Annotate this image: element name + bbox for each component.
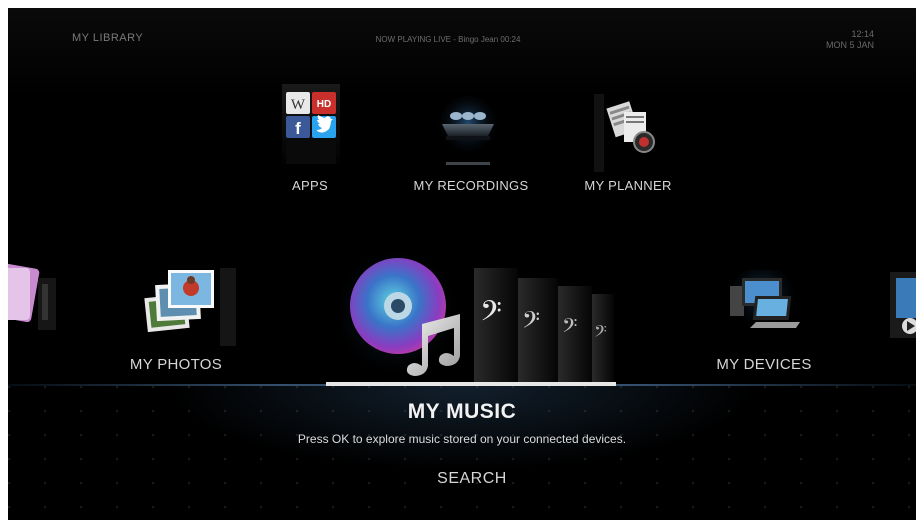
photos-tile[interactable] (142, 268, 238, 348)
music-icon: 𝄢 𝄢 𝄢 𝄢 (330, 246, 614, 384)
music-panels: 𝄢 𝄢 𝄢 𝄢 (474, 268, 614, 384)
planner-tile[interactable] (594, 94, 660, 172)
music-tile[interactable]: 𝄢 𝄢 𝄢 𝄢 (330, 246, 614, 384)
focus-indicator (326, 382, 616, 386)
apps-icon: W HD f (282, 84, 340, 168)
wikipedia-icon: W (286, 92, 310, 114)
photos-icon (144, 268, 236, 346)
svg-text:HD: HD (317, 99, 331, 110)
recordings-icon (438, 96, 498, 165)
selected-title: MY MUSIC (407, 400, 517, 423)
clock: 12:14 MON 5 JAN (826, 29, 874, 51)
now-playing-text: NOW PLAYING LIVE - Bingo Jean 00:24 (375, 35, 521, 44)
devices-tile[interactable] (720, 266, 804, 338)
svg-text:W: W (291, 97, 306, 113)
cards-icon (8, 263, 56, 330)
tv-screen: MY LIBRARY NOW PLAYING LIVE - Bingo Jean… (8, 8, 916, 520)
planner-icon (594, 94, 655, 172)
planner-label: MY PLANNER (584, 178, 672, 193)
svg-text:𝄢: 𝄢 (480, 295, 502, 335)
section-title: MY LIBRARY (72, 32, 144, 44)
hd-icon: HD (312, 92, 336, 114)
photos-label: MY PHOTOS (129, 356, 223, 373)
search-button[interactable]: SEARCH (418, 470, 526, 488)
clock-time: 12:14 (851, 29, 874, 39)
twitter-icon (312, 115, 336, 138)
carousel-item-far-right[interactable] (888, 260, 916, 350)
carousel-item-far-left[interactable] (8, 260, 64, 338)
recordings-tile[interactable] (432, 96, 504, 168)
devices-label: MY DEVICES (716, 356, 812, 373)
recordings-label: MY RECORDINGS (413, 178, 529, 193)
svg-text:f: f (295, 119, 301, 138)
facebook-icon: f (286, 116, 310, 138)
clock-date: MON 5 JAN (825, 40, 874, 50)
video-icon (890, 272, 916, 338)
svg-text:𝄢: 𝄢 (522, 306, 540, 339)
svg-text:𝄢: 𝄢 (562, 314, 577, 342)
apps-tile[interactable]: W HD f (280, 80, 350, 172)
selected-description: Press OK to explore music stored on your… (297, 432, 627, 446)
svg-text:𝄢: 𝄢 (594, 321, 607, 345)
devices-icon (728, 266, 800, 334)
apps-label: APPS (292, 178, 328, 193)
